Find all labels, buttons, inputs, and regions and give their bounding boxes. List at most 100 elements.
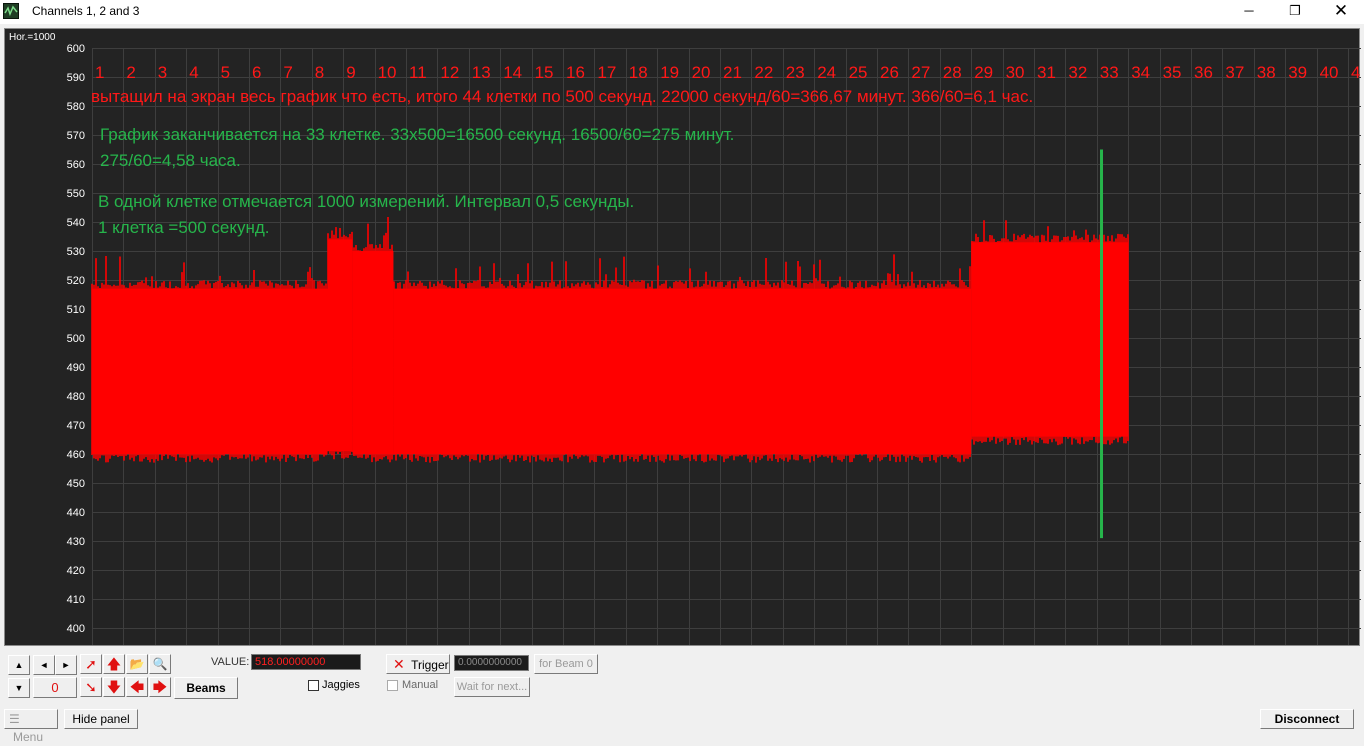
for-beam-button[interactable]: for Beam 0: [534, 654, 598, 674]
annotation-green-4: 1 клетка =500 секунд.: [98, 218, 270, 237]
y-tick-label: 430: [67, 536, 85, 548]
cell-number-label: 24: [817, 63, 836, 82]
cell-number-label: 7: [283, 63, 292, 82]
manual-checkbox[interactable]: [387, 680, 398, 691]
cell-number-label: 1: [95, 63, 104, 82]
oscilloscope-app-icon: [3, 3, 19, 19]
trigger-label: Trigger: [411, 658, 449, 672]
y-tick-label: 550: [67, 188, 85, 200]
minimize-button[interactable]: ─: [1226, 0, 1272, 24]
cell-number-label: 36: [1194, 63, 1213, 82]
cell-number-label: 33: [1100, 63, 1119, 82]
cell-number-label: 10: [378, 63, 397, 82]
cell-number-label: 5: [221, 63, 230, 82]
cell-number-label: 38: [1257, 63, 1276, 82]
cell-number-label: 18: [629, 63, 648, 82]
y-tick-label: 600: [67, 43, 85, 55]
signal-chart: 6005905805705605505405305205105004904804…: [67, 43, 1361, 645]
y-tick-label: 420: [67, 565, 85, 577]
arrow-down-icon[interactable]: 🡇: [103, 677, 125, 697]
cell-number-label: 27: [911, 63, 930, 82]
cell-number-label: 22: [754, 63, 773, 82]
cell-number-label: 16: [566, 63, 585, 82]
cell-number-label: 4: [189, 63, 198, 82]
disconnect-button[interactable]: Disconnect: [1260, 709, 1354, 729]
cell-number-label: 28: [943, 63, 962, 82]
cell-number-label: 35: [1163, 63, 1182, 82]
trigger-value-field[interactable]: 0.0000000000: [454, 655, 529, 671]
y-tick-label: 450: [67, 478, 85, 490]
cell-number-label: 23: [786, 63, 805, 82]
cell-number-label: 14: [503, 63, 522, 82]
zoom-in-diagonal-icon[interactable]: ➚: [80, 654, 102, 674]
hide-panel-button[interactable]: Hide panel: [64, 709, 138, 729]
annotation-green-2: 275/60=4,58 часа.: [100, 151, 241, 170]
maximize-button[interactable]: ❐: [1272, 0, 1318, 24]
y-tick-label: 590: [67, 72, 85, 84]
magnifier-icon[interactable]: 🔍: [149, 654, 171, 674]
annotation-green-3: В одной клетке отмечается 1000 измерений…: [98, 192, 635, 211]
cell-number-label: 20: [692, 63, 711, 82]
jaggies-checkbox[interactable]: [308, 680, 319, 691]
step-right-button[interactable]: ►: [55, 655, 77, 675]
value-field[interactable]: 518.00000000: [251, 654, 361, 670]
control-panel: ▲ ▼ ◄ ► 0 ➚ 🡅 📂 🔍 ➘ 🡇 🡄 🡆 Beams VALUE: 5…: [4, 648, 1360, 704]
cell-number-label: 2: [126, 63, 135, 82]
step-left-button[interactable]: ◄: [33, 655, 55, 675]
cell-number-label: 30: [1006, 63, 1025, 82]
scroll-up-button[interactable]: ▲: [8, 655, 30, 675]
arrow-up-icon[interactable]: 🡅: [103, 654, 125, 674]
y-tick-label: 440: [67, 507, 85, 519]
arrow-right-icon[interactable]: 🡆: [149, 677, 171, 697]
y-tick-label: 500: [67, 333, 85, 345]
beams-button[interactable]: Beams: [174, 677, 238, 699]
title-bar: Channels 1, 2 and 3 ─ ❐ ✕: [0, 0, 1364, 24]
menu-label: Menu: [13, 730, 44, 744]
bottom-bar: ☰ Menu Hide panel Disconnect: [0, 706, 1364, 744]
cell-number-label: 19: [660, 63, 679, 82]
close-x-icon: ✕: [393, 656, 405, 672]
open-file-icon[interactable]: 📂: [126, 654, 148, 674]
cell-number-label: 17: [597, 63, 616, 82]
cell-number-label: 40: [1320, 63, 1339, 82]
cell-number-label: 39: [1288, 63, 1307, 82]
menu-icon: ☰: [9, 712, 20, 726]
y-tick-label: 480: [67, 391, 85, 403]
cell-number-label: 3: [158, 63, 167, 82]
zero-offset-field[interactable]: 0: [33, 677, 77, 698]
cell-number-label: 15: [535, 63, 554, 82]
zoom-out-diagonal-icon[interactable]: ➘: [80, 677, 102, 697]
manual-label: Manual: [402, 679, 439, 691]
value-label: VALUE:: [211, 656, 250, 668]
menu-button[interactable]: ☰ Menu: [4, 709, 58, 744]
y-tick-label: 530: [67, 246, 85, 258]
horizontal-scale-label: Hor.=1000: [9, 32, 56, 43]
scroll-down-button[interactable]: ▼: [8, 678, 30, 698]
close-button[interactable]: ✕: [1318, 0, 1364, 24]
y-tick-label: 520: [67, 275, 85, 287]
signal-trace: [91, 217, 1129, 463]
y-tick-label: 470: [67, 420, 85, 432]
y-tick-label: 490: [67, 362, 85, 374]
annotation-red: вытащил на экран весь график что есть, и…: [91, 87, 1034, 106]
window-title: Channels 1, 2 and 3: [32, 4, 140, 18]
arrow-left-icon[interactable]: 🡄: [126, 677, 148, 697]
cell-number-label: 32: [1068, 63, 1087, 82]
y-tick-label: 400: [67, 623, 85, 635]
wait-for-next-button[interactable]: Wait for next...: [454, 677, 530, 697]
cell-number-label: 41: [1351, 63, 1361, 82]
plot-area[interactable]: 600 590 580 570 560 550 540 530 520 510 500 490 480 4…: [4, 28, 1361, 646]
jaggies-label: Jaggies: [322, 679, 360, 691]
cell-number-label: 26: [880, 63, 899, 82]
cell-number-label: 8: [315, 63, 324, 82]
trigger-button[interactable]: ✕ Trigger: [386, 654, 450, 674]
cell-number-label: 9: [346, 63, 355, 82]
y-tick-label: 570: [67, 130, 85, 142]
y-tick-label: 410: [67, 594, 85, 606]
y-tick-label: 560: [67, 159, 85, 171]
y-tick-label: 540: [67, 217, 85, 229]
y-tick-label: 580: [67, 101, 85, 113]
y-tick-label: 510: [67, 304, 85, 316]
cell-number-label: 31: [1037, 63, 1056, 82]
cell-number-label: 25: [849, 63, 868, 82]
